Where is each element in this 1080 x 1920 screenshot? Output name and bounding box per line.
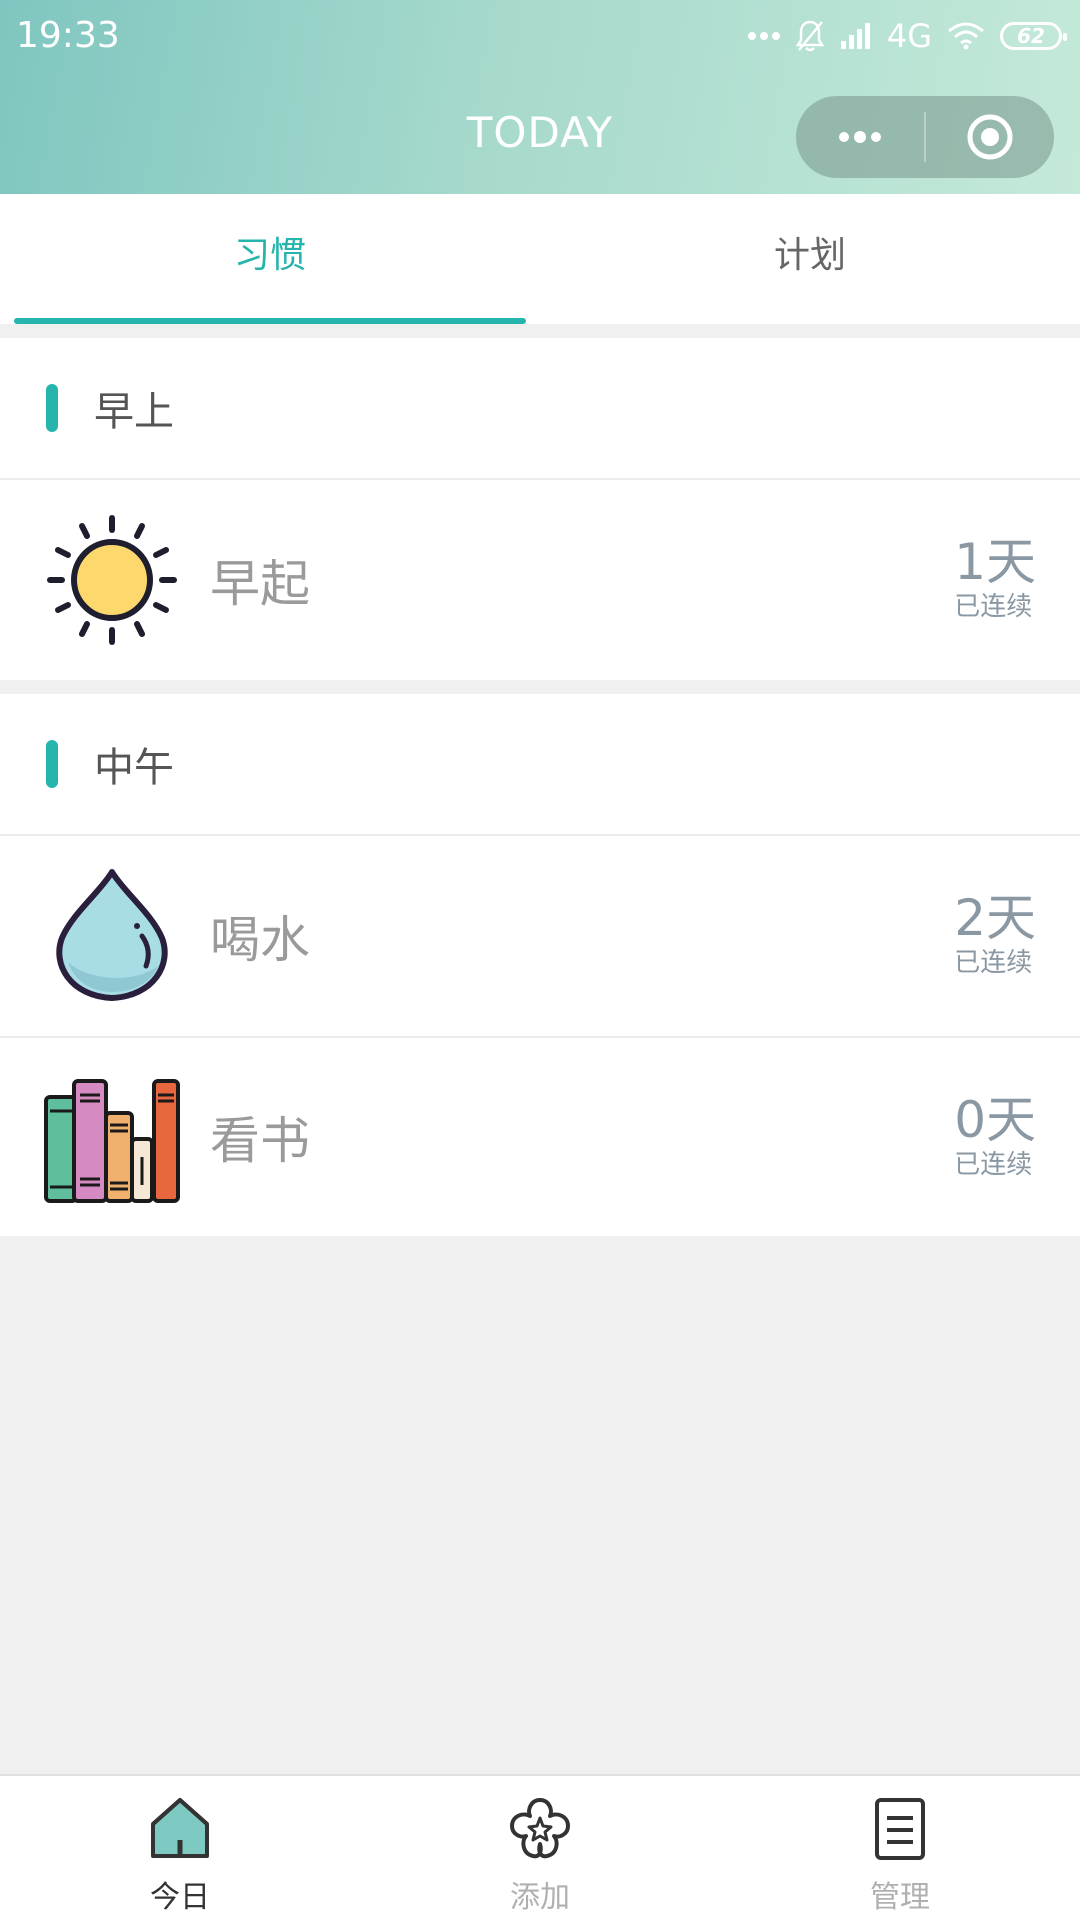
tab-habits-label: 习惯 (233, 235, 306, 276)
streak-label: 已连续 (954, 948, 1033, 978)
water-drop-icon (42, 866, 182, 1006)
status-time: 19:33 (16, 15, 120, 56)
flower-icon (510, 1798, 570, 1859)
more-button[interactable] (796, 96, 924, 178)
tabbar-label: 今日 (150, 1880, 210, 1915)
network-type: 4G (886, 17, 932, 55)
miniapp-capsule (796, 96, 1054, 178)
habit-name: 看书 (210, 1112, 310, 1170)
header: 19:33 4G 62 TODAY (0, 0, 1080, 194)
document-icon (875, 1798, 925, 1860)
habit-name: 早起 (210, 555, 310, 613)
wifi-icon (948, 22, 984, 50)
section-header: 早上 (0, 338, 1080, 480)
mute-bell-icon (795, 20, 825, 52)
streak-label: 已连续 (954, 1150, 1033, 1180)
streak-label: 已连续 (954, 592, 1033, 622)
status-bar: 19:33 4G 62 (0, 0, 1080, 74)
tabbar-today[interactable]: 今日 (0, 1776, 360, 1920)
target-circle-icon (967, 114, 1013, 160)
tab-plans-label: 计划 (773, 235, 846, 276)
streak-value: 0天 (954, 1091, 1036, 1149)
streak-value: 2天 (954, 889, 1036, 947)
habit-streak: 0天 已连续 (954, 1092, 1036, 1180)
active-tab-indicator (14, 318, 526, 324)
habit-streak: 1天 已连续 (954, 534, 1036, 622)
battery-indicator: 62 (1000, 22, 1067, 50)
habit-item-early-rise[interactable]: 早起 1天 已连续 (0, 480, 1080, 680)
section-header: 中午 (0, 694, 1080, 836)
tab-plans[interactable]: 计划 (540, 194, 1080, 324)
more-notifications-icon (747, 32, 780, 40)
habit-item-read-books[interactable]: 看书 0天 已连续 (0, 1036, 1080, 1236)
battery-level: 62 (1017, 24, 1045, 48)
top-tabs: 习惯 计划 (0, 194, 1080, 324)
habit-streak: 2天 已连续 (954, 890, 1036, 978)
section-title: 中午 (94, 745, 174, 791)
tabbar-manage[interactable]: 管理 (720, 1776, 1080, 1920)
home-icon (151, 1798, 209, 1858)
tab-habits[interactable]: 习惯 (0, 194, 540, 324)
close-miniapp-button[interactable] (926, 96, 1054, 178)
habit-name: 喝水 (210, 911, 310, 969)
section-marker (46, 384, 58, 432)
signal-icon (840, 23, 870, 49)
books-icon (42, 1067, 182, 1207)
habit-item-drink-water[interactable]: 喝水 2天 已连续 (0, 836, 1080, 1036)
status-icons: 4G 62 (747, 14, 1067, 58)
sun-icon (42, 510, 182, 650)
section-marker (46, 740, 58, 788)
tabbar-add[interactable]: 添加 (360, 1776, 720, 1920)
bottom-tabbar: 今日 添加 管理 (0, 1774, 1080, 1920)
more-dots-icon (839, 131, 881, 143)
tabbar-label: 添加 (510, 1880, 570, 1915)
section-title: 早上 (94, 389, 174, 435)
tabbar-label: 管理 (870, 1880, 930, 1915)
section-morning: 早上 早起 1天 已连续 (0, 338, 1080, 680)
section-noon: 中午 喝水 2天 已连续 看书 0天 已连续 (0, 694, 1080, 1236)
streak-value: 1天 (954, 533, 1036, 591)
